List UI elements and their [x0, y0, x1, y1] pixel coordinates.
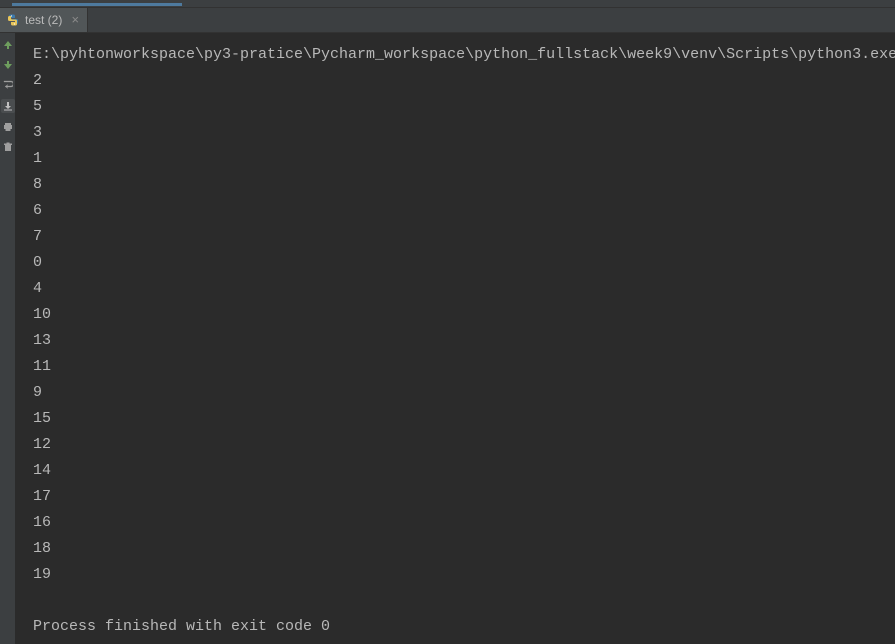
tab-highlight — [12, 3, 182, 6]
tab-bar: test (2) × — [0, 8, 895, 33]
output-line: 6 — [33, 198, 895, 224]
python-icon — [6, 13, 20, 27]
arrow-up-icon[interactable] — [2, 39, 14, 51]
output-line: 10 — [33, 302, 895, 328]
output-line: 7 — [33, 224, 895, 250]
trash-icon[interactable] — [2, 141, 14, 153]
output-line: 12 — [33, 432, 895, 458]
top-edge — [0, 0, 895, 8]
output-line: 3 — [33, 120, 895, 146]
output-line: 5 — [33, 94, 895, 120]
output-line: 13 — [33, 328, 895, 354]
blank-line — [33, 588, 895, 614]
main-area: E:\pyhtonworkspace\py3-pratice\Pycharm_w… — [0, 33, 895, 644]
arrow-down-icon[interactable] — [2, 59, 14, 71]
print-icon[interactable] — [2, 121, 14, 133]
output-line: 8 — [33, 172, 895, 198]
output-line: 2 — [33, 68, 895, 94]
output-line: 9 — [33, 380, 895, 406]
output-line: 1 — [33, 146, 895, 172]
tab-label: test (2) — [25, 13, 62, 27]
download-icon[interactable] — [1, 99, 15, 113]
output-line: 17 — [33, 484, 895, 510]
output-line: 18 — [33, 536, 895, 562]
console-output[interactable]: E:\pyhtonworkspace\py3-pratice\Pycharm_w… — [15, 33, 895, 644]
output-line: 16 — [33, 510, 895, 536]
close-icon[interactable]: × — [71, 13, 79, 28]
run-tab[interactable]: test (2) × — [0, 8, 88, 32]
wrap-icon[interactable] — [2, 79, 14, 91]
output-line: 19 — [33, 562, 895, 588]
output-line: 0 — [33, 250, 895, 276]
gutter — [0, 33, 15, 644]
command-line: E:\pyhtonworkspace\py3-pratice\Pycharm_w… — [33, 42, 895, 68]
output-line: 11 — [33, 354, 895, 380]
exit-message: Process finished with exit code 0 — [33, 614, 895, 640]
output-line: 4 — [33, 276, 895, 302]
output-line: 14 — [33, 458, 895, 484]
output-line: 15 — [33, 406, 895, 432]
